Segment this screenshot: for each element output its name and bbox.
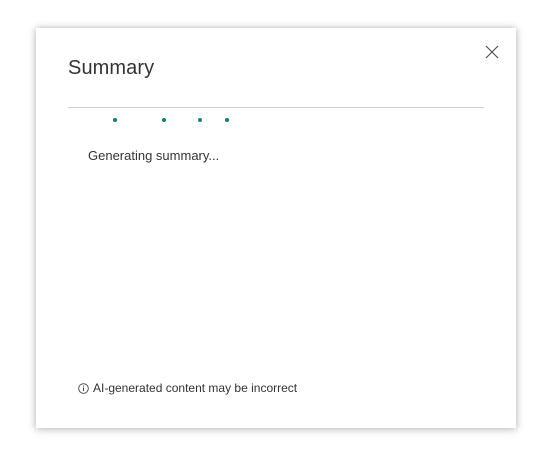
title-divider <box>68 107 484 108</box>
status-text: Generating summary... <box>88 148 220 163</box>
close-button[interactable] <box>484 44 500 60</box>
loading-dot <box>113 118 117 122</box>
ai-disclaimer: AI-generated content may be incorrect <box>78 381 297 395</box>
close-icon <box>485 45 499 59</box>
loading-indicator <box>36 118 516 126</box>
dialog-title: Summary <box>68 57 155 79</box>
info-icon <box>78 382 89 394</box>
summary-dialog: Summary Generating summary... AI-generat… <box>36 28 516 428</box>
disclaimer-text: AI-generated content may be incorrect <box>93 381 298 395</box>
loading-dot <box>225 118 229 122</box>
loading-dot <box>198 118 202 122</box>
loading-dot <box>162 118 166 122</box>
